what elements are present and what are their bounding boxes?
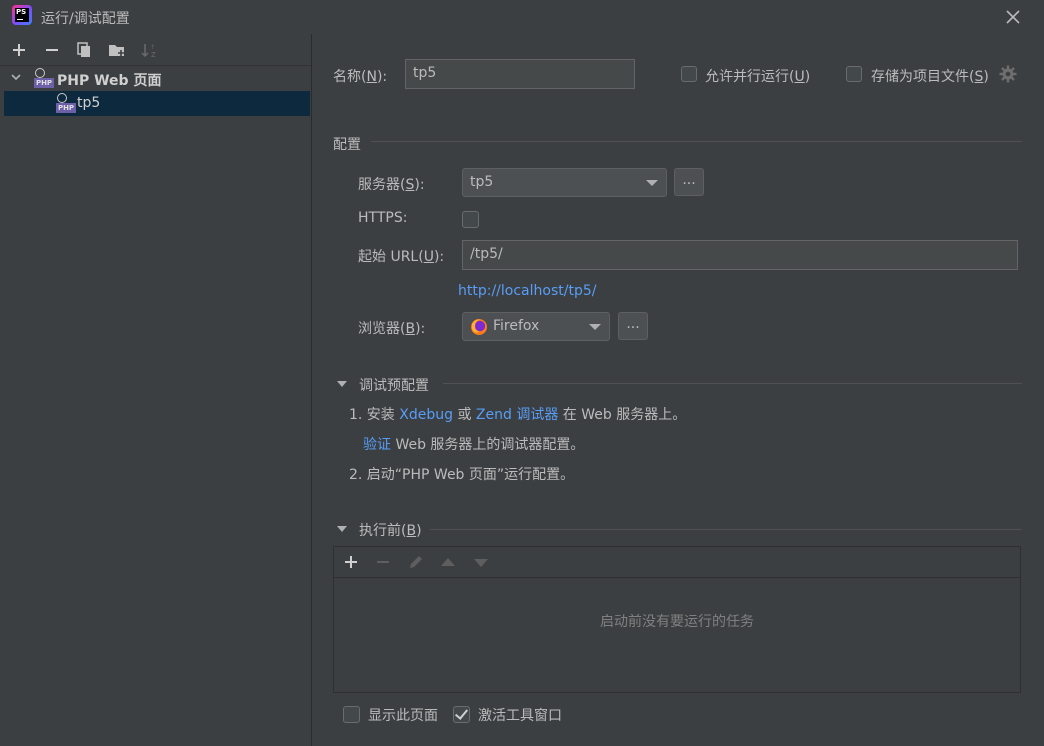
- debug-verify-line: 验证 Web 服务器上的调试器配置。: [363, 437, 585, 453]
- show-page-checkbox[interactable]: [343, 706, 360, 723]
- add-task-icon[interactable]: [344, 555, 358, 573]
- remove-icon[interactable]: [42, 40, 62, 60]
- tree-toolbar: ↑ Z: [0, 34, 311, 66]
- task-toolbar: [334, 547, 1020, 578]
- allow-parallel-checkbox[interactable]: [681, 66, 697, 82]
- browser-label: 浏览器(B):: [358, 321, 426, 337]
- browser-dropdown[interactable]: Firefox: [462, 312, 610, 341]
- remove-task-icon[interactable]: [376, 555, 390, 573]
- xdebug-link[interactable]: Xdebug: [399, 407, 453, 423]
- browser-dropdown-value: Firefox: [493, 318, 540, 334]
- https-label: HTTPS:: [358, 210, 408, 226]
- server-dropdown-value: tp5: [470, 174, 494, 190]
- config-section-title: 配置: [333, 137, 361, 153]
- zend-debugger-link[interactable]: Zend 调试器: [476, 407, 558, 423]
- collapse-triangle-icon[interactable]: [337, 381, 347, 387]
- debug-step-2: 2. 启动“PHP Web 页面”运行配置。: [349, 467, 575, 483]
- store-as-file-label[interactable]: 存储为项目文件(S): [871, 66, 989, 86]
- start-url-input[interactable]: /tp5/: [462, 240, 1018, 270]
- empty-task-message: 启动前没有要运行的任务: [600, 614, 754, 630]
- edit-task-icon[interactable]: [408, 554, 424, 574]
- move-up-icon[interactable]: [440, 556, 456, 572]
- before-launch-title[interactable]: 执行前(B): [359, 520, 422, 540]
- app-icon-text: PS: [15, 8, 29, 22]
- dropdown-arrow-icon: [589, 324, 601, 330]
- start-url-label: 起始 URL(U):: [358, 249, 445, 265]
- show-page-label[interactable]: 显示此页面: [368, 705, 438, 725]
- svg-text:↑: ↑: [150, 44, 155, 51]
- name-input[interactable]: tp5: [405, 59, 635, 89]
- activate-tool-window-checkbox[interactable]: [453, 706, 470, 723]
- tree-item-label: tp5: [77, 95, 101, 111]
- activate-tool-window-label[interactable]: 激活工具窗口: [478, 705, 562, 725]
- title-bar: PS 运行/调试配置: [0, 0, 1044, 34]
- browser-more-button[interactable]: ...: [618, 312, 648, 340]
- name-label: 名称(N):: [333, 69, 388, 85]
- before-launch-task-list: 启动前没有要运行的任务: [333, 546, 1021, 693]
- server-label: 服务器(S):: [358, 177, 425, 193]
- php-web-page-icon: PHP: [34, 68, 54, 88]
- store-as-file-checkbox[interactable]: [846, 66, 862, 82]
- sort-icon[interactable]: ↑ Z: [139, 40, 159, 60]
- config-tree-pane: ↑ Z PHP PHP Web 页面 PHP tp5: [0, 34, 312, 746]
- collapse-triangle-icon[interactable]: [337, 526, 347, 532]
- debug-separator: [443, 383, 1022, 384]
- https-checkbox[interactable]: [462, 211, 479, 228]
- gear-icon[interactable]: [999, 65, 1017, 87]
- debug-section-title[interactable]: 调试预配置: [359, 375, 429, 395]
- move-down-icon[interactable]: [473, 557, 489, 573]
- server-more-button[interactable]: ...: [674, 168, 704, 196]
- config-separator: [371, 141, 1022, 142]
- tree-group-label: PHP Web 页面: [57, 73, 162, 89]
- chevron-down-icon[interactable]: [10, 71, 22, 87]
- close-icon[interactable]: [1004, 8, 1022, 26]
- new-folder-icon[interactable]: [107, 40, 127, 60]
- verify-link[interactable]: 验证: [363, 437, 391, 453]
- debug-step-1: 1. 安装 Xdebug 或 Zend 调试器 在 Web 服务器上。: [349, 407, 687, 423]
- window-title: 运行/调试配置: [41, 11, 130, 27]
- copy-icon[interactable]: [74, 40, 94, 60]
- allow-parallel-label[interactable]: 允许并行运行(U): [705, 66, 810, 86]
- dropdown-arrow-icon: [646, 180, 658, 186]
- server-dropdown[interactable]: tp5: [462, 168, 667, 197]
- before-launch-separator: [430, 529, 1022, 530]
- firefox-icon: [470, 318, 488, 345]
- add-icon[interactable]: [9, 40, 29, 60]
- tree-group-php-web[interactable]: PHP PHP Web 页面: [4, 66, 310, 91]
- php-web-page-icon: PHP: [56, 93, 76, 113]
- resolved-url-link[interactable]: http://localhost/tp5/: [458, 283, 596, 299]
- config-tree: PHP PHP Web 页面 PHP tp5: [4, 66, 310, 116]
- phpstorm-app-icon: PS: [12, 5, 32, 25]
- svg-text:Z: Z: [151, 51, 156, 58]
- config-detail-pane: 名称(N): tp5 允许并行运行(U) 存储为项目文件(S) 配置 服务器(S…: [313, 34, 1044, 746]
- tree-item-tp5[interactable]: PHP tp5: [4, 91, 310, 116]
